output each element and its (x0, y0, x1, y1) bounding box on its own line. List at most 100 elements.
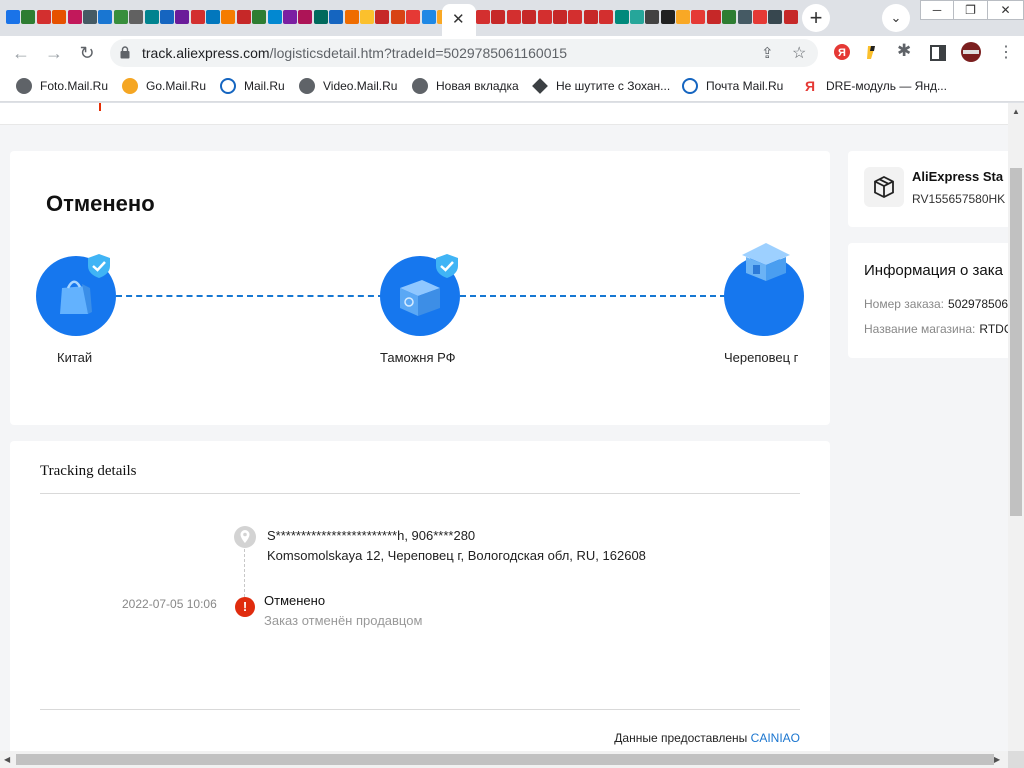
tab-favicon[interactable] (599, 10, 614, 24)
horizontal-scrollbar[interactable]: ◀ ▶ (0, 751, 1008, 768)
tab-favicon[interactable] (583, 10, 598, 24)
horizontal-scroll-thumb[interactable] (16, 754, 994, 765)
active-tab[interactable]: ✕ (442, 4, 476, 36)
address-bar[interactable]: track.aliexpress.com/logisticsdetail.htm… (110, 39, 818, 67)
puzzle-icon[interactable]: ✱ (897, 41, 911, 61)
tab-favicon[interactable] (359, 10, 374, 24)
tab-favicon[interactable] (236, 10, 251, 24)
reload-button[interactable]: ↻ (74, 40, 100, 66)
tab-favicon[interactable] (629, 10, 644, 24)
tab-favicon[interactable] (783, 10, 798, 24)
bookmark-label: Go.Mail.Ru (146, 79, 207, 93)
tab-favicon[interactable] (552, 10, 567, 24)
lock-icon (120, 46, 130, 59)
cainiao-link[interactable]: CAINIAO (751, 731, 800, 745)
route-dash (460, 295, 726, 297)
bookmark-item[interactable]: Почта Mail.Ru (682, 77, 783, 95)
tab-favicon[interactable] (522, 10, 537, 24)
tab-favicon[interactable] (252, 10, 267, 24)
bag-icon (60, 280, 92, 314)
minimize-button[interactable]: ─ (920, 0, 954, 20)
bookmark-item[interactable]: Video.Mail.Ru (299, 77, 397, 95)
tab-favicon[interactable] (645, 10, 660, 24)
tab-favicon[interactable] (113, 10, 128, 24)
scroll-up-icon[interactable]: ▲ (1012, 107, 1020, 116)
divider (40, 493, 800, 494)
bookmark-item[interactable]: Go.Mail.Ru (122, 77, 206, 95)
tab-favicon[interactable] (329, 10, 344, 24)
tab-favicon[interactable] (491, 10, 506, 24)
brand-mark (99, 103, 101, 111)
house-icon (742, 243, 790, 281)
tab-favicon[interactable] (298, 10, 313, 24)
tab-favicon[interactable] (375, 10, 390, 24)
tab-favicon[interactable] (82, 10, 97, 24)
tab-favicon[interactable] (406, 10, 421, 24)
tab-favicon[interactable] (506, 10, 521, 24)
tab-favicon[interactable] (476, 10, 490, 24)
tab-favicon[interactable] (98, 10, 113, 24)
sidepanel-icon[interactable] (929, 44, 947, 62)
tab-favicon[interactable] (159, 10, 174, 24)
tab-favicon[interactable] (67, 10, 82, 24)
stage-label: Таможня РФ (380, 350, 456, 365)
tab-favicon[interactable] (52, 10, 67, 24)
tab-favicon[interactable] (614, 10, 629, 24)
bookmark-item[interactable]: Foto.Mail.Ru (16, 77, 108, 95)
tab-favicon[interactable] (144, 10, 159, 24)
bookmarks-bar: Foto.Mail.Ru Go.Mail.Ru Mail.Ru Video.Mail.… (0, 70, 1024, 102)
tab-favicon[interactable] (737, 10, 752, 24)
tab-favicon[interactable] (283, 10, 298, 24)
avatar[interactable] (960, 41, 982, 63)
restore-button[interactable]: ❐ (954, 0, 988, 20)
vertical-scroll-thumb[interactable] (1010, 168, 1022, 516)
close-window-button[interactable]: ✕ (988, 0, 1024, 20)
tab-favicon[interactable] (753, 10, 768, 24)
vertical-scrollbar[interactable]: ▲ (1008, 103, 1024, 751)
tab-favicon[interactable] (568, 10, 583, 24)
tab-favicon[interactable] (390, 10, 405, 24)
back-button[interactable]: ← (8, 40, 34, 66)
bookmark-star-icon[interactable]: ☆ (792, 43, 806, 63)
status-title: Отменено (46, 191, 155, 216)
tab-favicon[interactable] (537, 10, 552, 24)
tab-favicon[interactable] (129, 10, 144, 24)
tab-favicon[interactable] (768, 10, 783, 24)
close-tab-icon[interactable]: ✕ (452, 10, 465, 28)
forward-button[interactable]: → (41, 40, 67, 66)
bookmark-item[interactable]: Новая вкладка (412, 77, 519, 95)
tab-search-button[interactable]: ⌄ (882, 4, 910, 32)
tab-favicon[interactable] (691, 10, 706, 24)
share-icon[interactable]: ⇪ (761, 44, 774, 62)
tab-favicon[interactable] (706, 10, 721, 24)
menu-icon[interactable]: ⋮ (998, 42, 1014, 62)
tab-favicon[interactable] (313, 10, 328, 24)
yandex-extension-icon[interactable]: Я (833, 43, 851, 61)
tab-favicon[interactable] (344, 10, 359, 24)
yandex-icon: Я (804, 78, 816, 94)
extension-icon[interactable] (863, 43, 881, 61)
stage-label: Череповец г (724, 350, 799, 365)
tab-favicon[interactable] (221, 10, 236, 24)
scroll-right-icon[interactable]: ▶ (994, 755, 1000, 764)
store-name-row: Название магазина:RTDC (864, 322, 1008, 336)
tab-favicon[interactable] (206, 10, 221, 24)
new-tab-button[interactable]: + (802, 4, 830, 32)
tab-favicon[interactable] (190, 10, 205, 24)
tab-favicon[interactable] (421, 10, 436, 24)
globe-icon (299, 78, 315, 94)
bookmark-item[interactable]: Mail.Ru (220, 77, 285, 95)
tab-favicon[interactable] (676, 10, 691, 24)
url-text: track.aliexpress.com/logisticsdetail.htm… (142, 45, 568, 61)
tab-favicon[interactable] (267, 10, 282, 24)
tab-favicon[interactable] (6, 10, 20, 24)
package-icon (864, 167, 904, 207)
scroll-left-icon[interactable]: ◀ (4, 755, 10, 764)
bookmark-item[interactable]: Я DRE-модуль — Янд... (802, 77, 947, 95)
tab-favicon[interactable] (660, 10, 675, 24)
tab-favicon[interactable] (21, 10, 36, 24)
tab-favicon[interactable] (722, 10, 737, 24)
tab-favicon[interactable] (36, 10, 51, 24)
bookmark-item[interactable]: Не шутите с Зохан... (532, 77, 670, 95)
tab-favicon[interactable] (175, 10, 190, 24)
